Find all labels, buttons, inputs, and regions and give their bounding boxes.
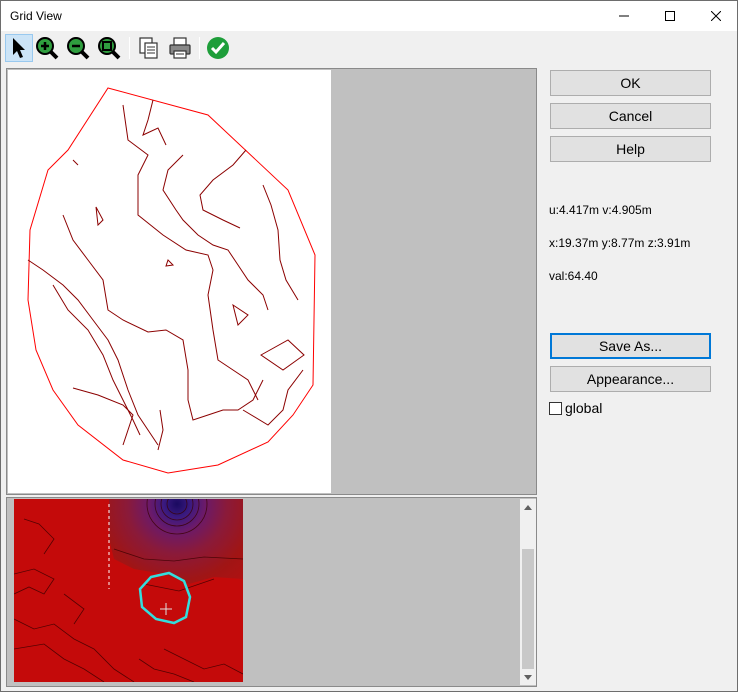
zoom-out-button[interactable] [64,34,92,62]
toolbar-separator [129,37,130,59]
contour-lines [27,99,305,451]
value-readout: val:64.40 [549,269,598,283]
vertical-scrollbar[interactable] [520,499,536,685]
print-button[interactable] [166,34,194,62]
copy-button[interactable] [135,34,163,62]
toolbar-separator [199,37,200,59]
minimize-icon [619,15,629,17]
maximize-icon [665,11,675,21]
cancel-button[interactable]: Cancel [550,103,711,129]
grid-plot-panel[interactable] [6,68,537,495]
apply-checkmark-icon [207,37,229,59]
scroll-down-arrow[interactable] [520,669,536,685]
chevron-down-icon [524,674,532,680]
ok-button[interactable]: OK [550,70,711,96]
appearance-button[interactable]: Appearance... [550,366,711,392]
title-bar: Grid View [1,1,737,31]
heatmap-image [13,473,244,683]
zoom-fit-icon [98,37,121,60]
contour-plot-area[interactable] [8,70,331,493]
minimize-button[interactable] [601,1,647,31]
uv-readout: u:4.417m v:4.905m [549,203,652,217]
close-icon [711,11,721,21]
global-option[interactable]: global [549,400,602,416]
global-checkbox[interactable] [549,401,562,415]
save-as-button[interactable]: Save As... [550,333,711,359]
apply-button[interactable] [204,34,232,62]
scroll-thumb[interactable] [522,549,534,669]
grid-boundary [27,87,316,474]
zoom-in-button[interactable] [33,34,61,62]
copy-icon [139,37,158,59]
maximize-button[interactable] [647,1,693,31]
select-arrow-icon [13,38,25,58]
print-icon [169,37,191,59]
zoom-out-icon [67,37,90,60]
contour-plot [27,87,316,474]
grid-view-window: Grid View OK Cancel Help u:4.417m v:4.90… [0,0,738,692]
zoom-in-icon [36,37,59,60]
chevron-up-icon [524,504,532,510]
toolbar [1,31,737,65]
xyz-readout: x:19.37m y:8.77m z:3.91m [549,236,691,250]
heatmap-view[interactable] [13,473,244,683]
help-button[interactable]: Help [550,136,711,162]
window-title: Grid View [10,9,62,23]
global-label: global [565,400,603,416]
zoom-fit-button[interactable] [95,34,123,62]
select-tool-button[interactable] [5,34,33,62]
heatmap-panel[interactable] [6,473,537,687]
scroll-up-arrow[interactable] [520,499,536,515]
close-button[interactable] [693,1,738,31]
